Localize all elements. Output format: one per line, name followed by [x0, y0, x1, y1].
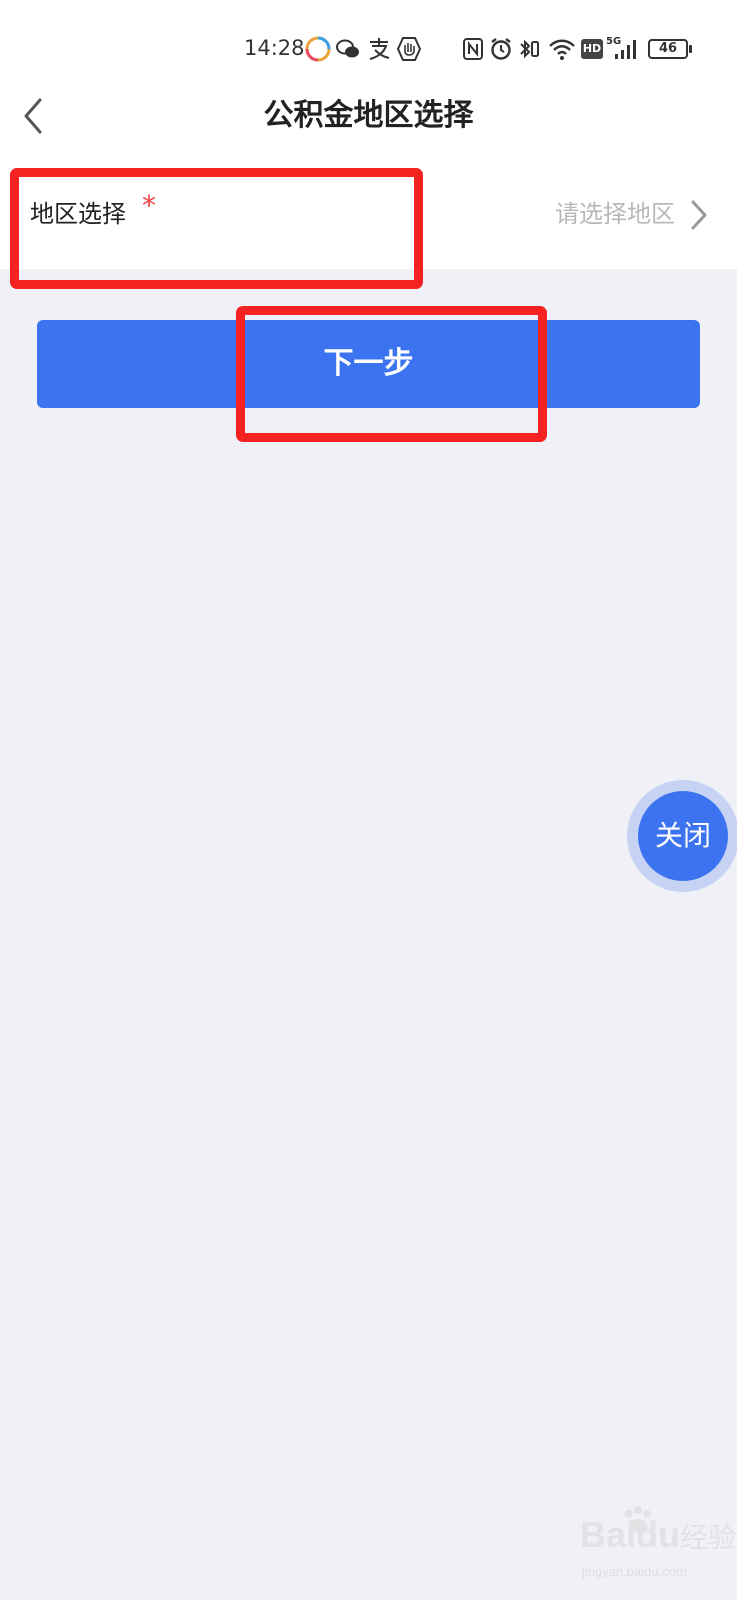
watermark-logo: Baidu经验 jingyan.baidu.com	[560, 1506, 736, 1586]
close-button[interactable]: 关闭	[638, 791, 728, 881]
alarm-icon	[491, 38, 511, 60]
signal-icon	[615, 40, 636, 59]
watermark-brand-b: du	[636, 1514, 681, 1555]
battery-level: 46	[658, 41, 678, 56]
watermark-brand: Baidu经验	[580, 1514, 736, 1556]
watermark-brand-a: Bai	[580, 1514, 637, 1555]
hand-icon	[396, 37, 422, 61]
wifi-icon	[549, 39, 575, 60]
battery-tip	[689, 45, 692, 53]
app-icon	[305, 36, 331, 62]
region-placeholder[interactable]: 请选择地区	[555, 197, 675, 231]
vibrate-icon	[520, 39, 539, 59]
status-time: 14:28	[244, 36, 305, 60]
annotation-box-next	[236, 306, 547, 442]
page-title: 公积金地区选择	[263, 98, 474, 133]
battery-icon: 46	[648, 39, 688, 59]
annotation-box-region	[10, 168, 423, 289]
chevron-right-icon[interactable]	[689, 199, 709, 231]
alipay-icon	[369, 38, 390, 60]
header-area: 14:28 HD 5G 46 公积金地区选择	[0, 0, 737, 165]
watermark-url: jingyan.baidu.com	[582, 1564, 687, 1579]
watermark-brand-cn: 经验	[680, 1522, 737, 1553]
nfc-icon	[463, 38, 483, 60]
nav-bar: 公积金地区选择	[0, 80, 737, 152]
hd-icon: HD	[581, 39, 603, 59]
wechat-icon	[336, 39, 359, 58]
